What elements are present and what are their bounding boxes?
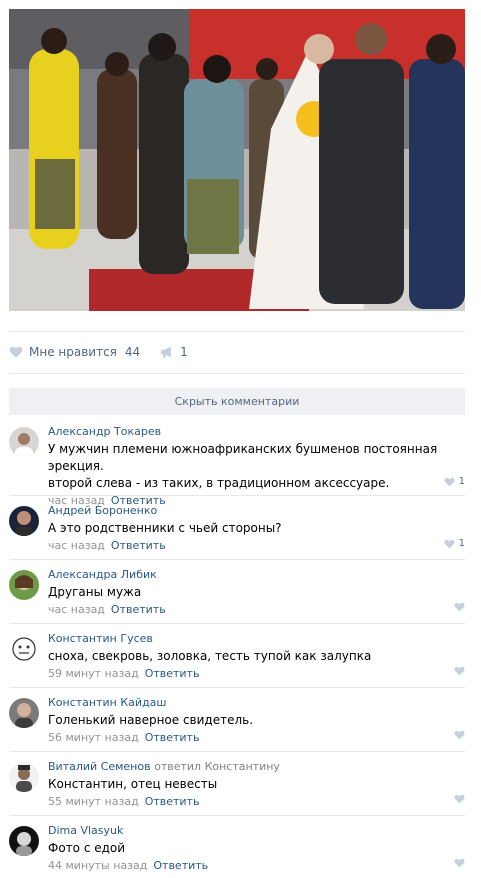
comment-time: час назад	[48, 603, 105, 616]
comment-time: 55 минут назад	[48, 795, 139, 808]
comment-time: 59 минут назад	[48, 667, 139, 680]
reply-link[interactable]: Ответить	[145, 667, 200, 680]
comment-author-link[interactable]: Андрей Бороненко	[48, 504, 157, 517]
comment-like-count: 1	[458, 538, 465, 549]
comment-text: Фото с едой	[48, 841, 126, 855]
heart-icon	[454, 794, 465, 804]
like-label: Мне нравится	[29, 345, 117, 359]
like-button[interactable]: Мне нравится 44	[9, 345, 140, 359]
heart-icon	[454, 602, 465, 612]
heart-icon	[9, 346, 23, 358]
post-photo[interactable]	[9, 9, 465, 311]
comment-like-button[interactable]	[454, 794, 465, 804]
divider	[9, 751, 465, 752]
comment-author-link[interactable]: Dima Vlasyuk	[48, 824, 123, 837]
reply-link[interactable]: Ответить	[145, 731, 200, 744]
comment-text: Друганы мужа	[48, 585, 142, 599]
divider	[9, 815, 465, 816]
avatar[interactable]	[9, 427, 39, 457]
comment-like-count: 1	[458, 476, 465, 487]
divider	[9, 331, 465, 332]
comment-like-button[interactable]	[454, 666, 465, 676]
comment-text: Голенький наверное свидетель.	[48, 713, 254, 727]
comment-text: А это родственники с чьей стороны?	[48, 521, 282, 535]
comment-author-link[interactable]: Константин Гусев	[48, 632, 153, 645]
heart-icon	[454, 730, 465, 740]
comment-author-link[interactable]: Виталий Семенов	[48, 760, 151, 773]
post-actions: Мне нравится 44 1	[9, 341, 188, 363]
hide-comments-button[interactable]: Скрыть комментарии	[9, 388, 465, 415]
avatar[interactable]	[9, 634, 39, 664]
comment-time: 56 минут назад	[48, 731, 139, 744]
comment-text: У мужчин племени южноафриканских бушмено…	[48, 442, 438, 490]
avatar[interactable]	[9, 762, 39, 792]
comment-like-button[interactable]: 1	[444, 538, 465, 549]
reply-link[interactable]: Ответить	[111, 539, 166, 552]
avatar[interactable]	[9, 506, 39, 536]
share-count: 1	[180, 345, 188, 359]
reply-link[interactable]: Ответить	[153, 859, 208, 872]
divider	[9, 559, 465, 560]
heart-icon	[454, 858, 465, 868]
wedding-photo-image	[9, 9, 465, 311]
comment-author-link[interactable]: Константин Кайдаш	[48, 696, 166, 709]
reply-link[interactable]: Ответить	[145, 795, 200, 808]
comment-author-link[interactable]: Александра Либик	[48, 568, 157, 581]
like-count: 44	[124, 345, 141, 359]
divider	[9, 687, 465, 688]
comment-text: сноха, свекровь, золовка, тесть тупой ка…	[48, 649, 372, 663]
comment-like-button[interactable]	[454, 730, 465, 740]
comment-like-button[interactable]: 1	[444, 476, 465, 487]
comment-time: 44 минуты назад	[48, 859, 148, 872]
comment-time: час назад	[48, 539, 105, 552]
divider	[9, 495, 465, 496]
reply-link[interactable]: Ответить	[111, 603, 166, 616]
share-button[interactable]: 1	[160, 345, 188, 359]
heart-icon	[444, 477, 455, 486]
divider	[9, 623, 465, 624]
reply-to-label: ответил Константину	[154, 760, 280, 773]
avatar[interactable]	[9, 698, 39, 728]
comment-like-button[interactable]	[454, 602, 465, 612]
comment-like-button[interactable]	[454, 858, 465, 868]
comment-author-link[interactable]: Александр Токарев	[48, 425, 161, 438]
heart-icon	[444, 539, 455, 548]
heart-icon	[454, 666, 465, 676]
comment-text: Константин, отец невесты	[48, 777, 218, 791]
avatar[interactable]	[9, 570, 39, 600]
divider	[9, 373, 465, 374]
megaphone-icon	[161, 346, 172, 358]
avatar[interactable]	[9, 826, 39, 856]
